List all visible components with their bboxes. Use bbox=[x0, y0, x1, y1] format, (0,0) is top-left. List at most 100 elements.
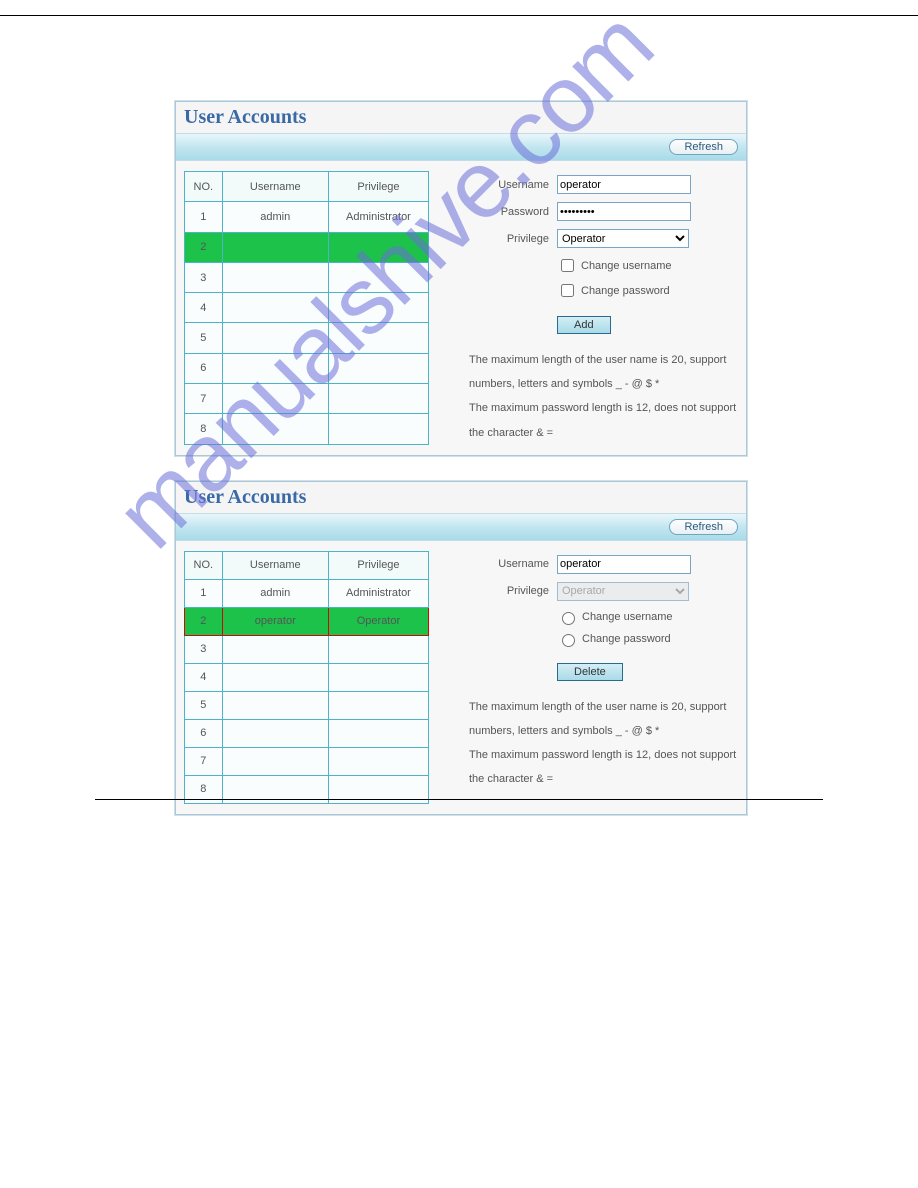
cell-username bbox=[222, 747, 328, 775]
cell-username bbox=[222, 293, 328, 323]
cell-no: 4 bbox=[185, 293, 223, 323]
table-row[interactable]: 6 bbox=[185, 353, 429, 383]
cell-no: 5 bbox=[185, 323, 223, 353]
page-separator bbox=[95, 799, 823, 800]
cell-privilege bbox=[328, 719, 428, 747]
change-username-option[interactable]: Change username bbox=[557, 609, 738, 625]
cell-username bbox=[222, 262, 328, 292]
cell-username bbox=[222, 384, 328, 414]
user-accounts-panel-1: User Accounts Refresh NO. Username Privi… bbox=[175, 101, 747, 456]
label-privilege: Privilege bbox=[469, 233, 557, 245]
document-page: manualshive.com User Accounts Refresh NO… bbox=[0, 15, 918, 875]
cell-no: 3 bbox=[185, 635, 223, 663]
password-input[interactable] bbox=[557, 202, 691, 221]
cell-privilege bbox=[328, 323, 428, 353]
username-input[interactable] bbox=[557, 175, 691, 194]
cell-privilege: Administrator bbox=[328, 202, 428, 232]
cell-privilege bbox=[328, 414, 428, 444]
cell-username bbox=[222, 232, 328, 262]
cell-no: 3 bbox=[185, 262, 223, 292]
accounts-table: NO. Username Privilege 1adminAdministrat… bbox=[184, 551, 429, 804]
label-privilege: Privilege bbox=[469, 585, 557, 597]
cell-privilege bbox=[328, 353, 428, 383]
change-password-option[interactable]: Change password bbox=[557, 631, 738, 647]
form-row-username: Username bbox=[469, 555, 738, 574]
cell-no: 1 bbox=[185, 579, 223, 607]
change-username-label: Change username bbox=[581, 260, 672, 272]
table-header-row: NO. Username Privilege bbox=[185, 172, 429, 202]
username-input[interactable] bbox=[557, 555, 691, 574]
change-password-label: Change password bbox=[581, 285, 670, 297]
cell-no: 6 bbox=[185, 353, 223, 383]
cell-privilege bbox=[328, 384, 428, 414]
cell-privilege bbox=[328, 232, 428, 262]
cell-username bbox=[222, 719, 328, 747]
cell-username bbox=[222, 353, 328, 383]
refresh-button[interactable]: Refresh bbox=[669, 519, 738, 535]
cell-privilege bbox=[328, 747, 428, 775]
cell-no: 2 bbox=[185, 607, 223, 635]
cell-privilege: Administrator bbox=[328, 579, 428, 607]
change-username-label: Change username bbox=[582, 611, 673, 623]
panel-body: NO. Username Privilege 1adminAdministrat… bbox=[176, 161, 746, 455]
table-row[interactable]: 8 bbox=[185, 414, 429, 444]
form-row-privilege: Privilege Operator bbox=[469, 229, 738, 248]
cell-no: 5 bbox=[185, 691, 223, 719]
table-header-row: NO. Username Privilege bbox=[185, 551, 429, 579]
cell-no: 6 bbox=[185, 719, 223, 747]
col-no: NO. bbox=[185, 172, 223, 202]
table-row[interactable]: 3 bbox=[185, 262, 429, 292]
table-row[interactable]: 3 bbox=[185, 635, 429, 663]
cell-privilege bbox=[328, 635, 428, 663]
change-username-checkbox[interactable] bbox=[561, 259, 574, 272]
privilege-select: Operator bbox=[557, 582, 689, 601]
delete-button[interactable]: Delete bbox=[557, 663, 623, 681]
cell-username: admin bbox=[222, 579, 328, 607]
table-row[interactable]: 1adminAdministrator bbox=[185, 202, 429, 232]
cell-username: admin bbox=[222, 202, 328, 232]
table-row[interactable]: 4 bbox=[185, 663, 429, 691]
change-password-checkbox[interactable] bbox=[561, 284, 574, 297]
cell-no: 1 bbox=[185, 202, 223, 232]
table-row[interactable]: 5 bbox=[185, 691, 429, 719]
hint-text: The maximum length of the user name is 2… bbox=[469, 695, 738, 792]
cell-username bbox=[222, 663, 328, 691]
label-username: Username bbox=[469, 179, 557, 191]
label-username: Username bbox=[469, 558, 557, 570]
toolbar: Refresh bbox=[176, 133, 746, 161]
accounts-table: NO. Username Privilege 1adminAdministrat… bbox=[184, 171, 429, 445]
change-username-option[interactable]: Change username bbox=[557, 256, 738, 275]
cell-username bbox=[222, 691, 328, 719]
privilege-select[interactable]: Operator bbox=[557, 229, 689, 248]
panel-body: NO. Username Privilege 1adminAdministrat… bbox=[176, 541, 746, 814]
change-password-radio[interactable] bbox=[562, 634, 575, 647]
table-row[interactable]: 2operatorOperator bbox=[185, 607, 429, 635]
refresh-button[interactable]: Refresh bbox=[669, 139, 738, 155]
col-privilege: Privilege bbox=[328, 551, 428, 579]
table-row[interactable]: 6 bbox=[185, 719, 429, 747]
form-row-privilege: Privilege Operator bbox=[469, 582, 738, 601]
cell-username bbox=[222, 635, 328, 663]
cell-username bbox=[222, 414, 328, 444]
table-row[interactable]: 4 bbox=[185, 293, 429, 323]
cell-privilege bbox=[328, 262, 428, 292]
table-row[interactable]: 1adminAdministrator bbox=[185, 579, 429, 607]
change-password-option[interactable]: Change password bbox=[557, 281, 738, 300]
change-password-label: Change password bbox=[582, 633, 671, 645]
cell-username bbox=[222, 323, 328, 353]
add-button[interactable]: Add bbox=[557, 316, 611, 334]
panel-title: User Accounts bbox=[176, 102, 746, 133]
table-row[interactable]: 7 bbox=[185, 747, 429, 775]
table-row[interactable]: 7 bbox=[185, 384, 429, 414]
cell-privilege bbox=[328, 691, 428, 719]
cell-username: operator bbox=[222, 607, 328, 635]
change-username-radio[interactable] bbox=[562, 612, 575, 625]
hint-text: The maximum length of the user name is 2… bbox=[469, 348, 738, 445]
toolbar: Refresh bbox=[176, 513, 746, 541]
label-password: Password bbox=[469, 206, 557, 218]
form-row-password: Password bbox=[469, 202, 738, 221]
col-no: NO. bbox=[185, 551, 223, 579]
table-row[interactable]: 5 bbox=[185, 323, 429, 353]
panel-title: User Accounts bbox=[176, 482, 746, 513]
table-row[interactable]: 2 bbox=[185, 232, 429, 262]
